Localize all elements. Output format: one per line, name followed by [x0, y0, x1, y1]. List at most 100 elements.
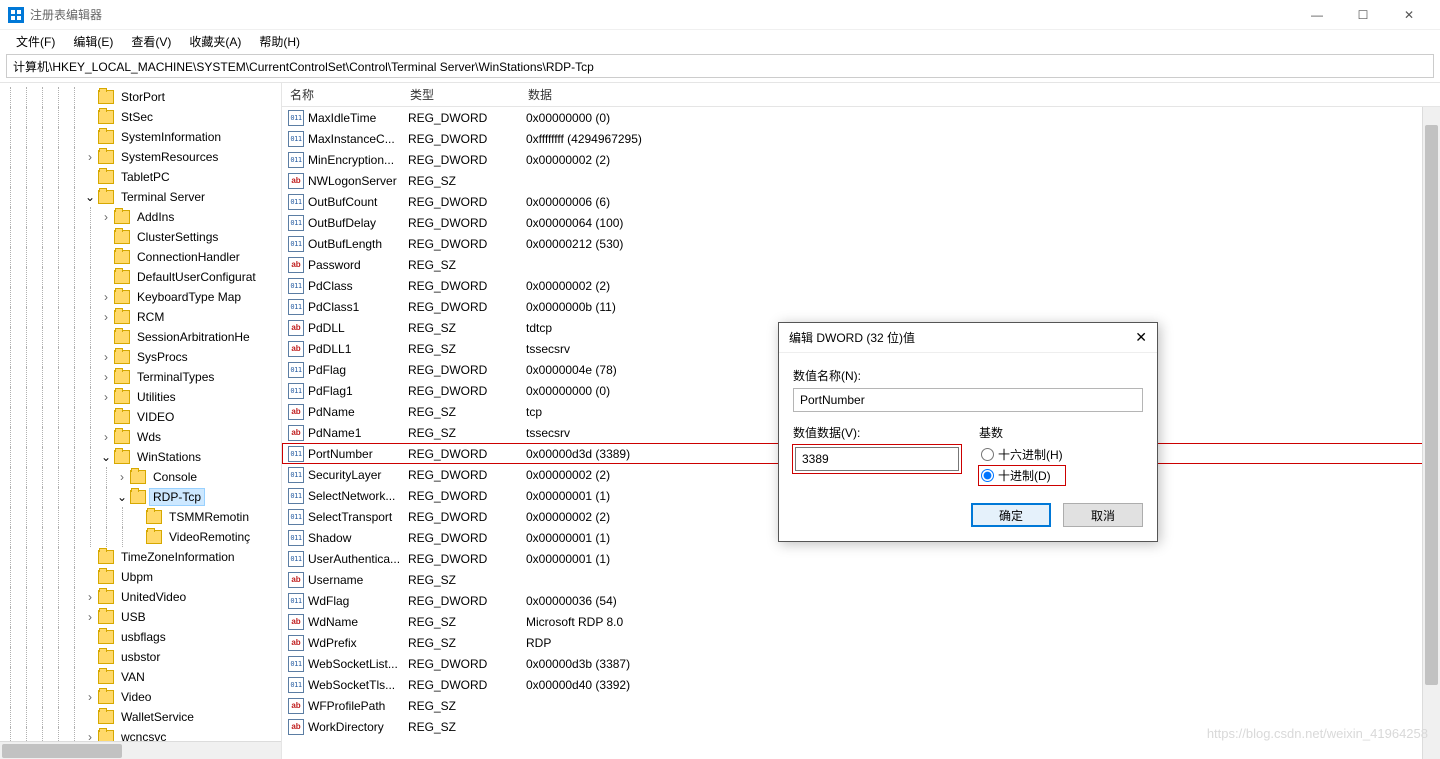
chevron-right-icon[interactable]: ›	[100, 430, 112, 444]
chevron-right-icon[interactable]: ›	[84, 610, 96, 624]
chevron-right-icon[interactable]: ›	[116, 470, 128, 484]
column-data[interactable]: 数据	[520, 83, 1440, 107]
chevron-right-icon[interactable]: ›	[100, 350, 112, 364]
value-row[interactable]: OutBufLengthREG_DWORD0x00000212 (530)	[282, 233, 1440, 254]
tree-item-systemresources[interactable]: ›SystemResources	[0, 147, 281, 167]
tree-item-rdp-tcp[interactable]: ⌄RDP-Tcp	[0, 487, 281, 507]
tree-item-clustersettings[interactable]: ClusterSettings	[0, 227, 281, 247]
tree-item-wds[interactable]: ›Wds	[0, 427, 281, 447]
tree-item-keyboardtype-map[interactable]: ›KeyboardType Map	[0, 287, 281, 307]
chevron-right-icon[interactable]: ›	[100, 390, 112, 404]
tree-item-terminaltypes[interactable]: ›TerminalTypes	[0, 367, 281, 387]
folder-icon	[98, 570, 114, 584]
chevron-down-icon[interactable]: ⌄	[116, 490, 128, 504]
menu-favorites[interactable]: 收藏夹(A)	[181, 31, 249, 52]
dialog-titlebar[interactable]: 编辑 DWORD (32 位)值 ✕	[779, 323, 1157, 353]
tree-item-label: SystemInformation	[118, 129, 224, 145]
tree-item-walletservice[interactable]: WalletService	[0, 707, 281, 727]
value-row[interactable]: WorkDirectoryREG_SZ	[282, 716, 1440, 737]
value-row[interactable]: UsernameREG_SZ	[282, 569, 1440, 590]
address-bar[interactable]: 计算机\HKEY_LOCAL_MACHINE\SYSTEM\CurrentCon…	[6, 54, 1434, 78]
tree-item-storport[interactable]: StorPort	[0, 87, 281, 107]
tree-item-utilities[interactable]: ›Utilities	[0, 387, 281, 407]
value-type: REG_DWORD	[408, 300, 526, 314]
minimize-button[interactable]: —	[1294, 0, 1340, 30]
tree-item-ubpm[interactable]: Ubpm	[0, 567, 281, 587]
value-row[interactable]: MaxIdleTimeREG_DWORD0x00000000 (0)	[282, 107, 1440, 128]
radio-dec[interactable]	[981, 469, 994, 482]
tree-item-rcm[interactable]: ›RCM	[0, 307, 281, 327]
tree-item-usbstor[interactable]: usbstor	[0, 647, 281, 667]
maximize-button[interactable]: ☐	[1340, 0, 1386, 30]
value-row[interactable]: PdClass1REG_DWORD0x0000000b (11)	[282, 296, 1440, 317]
tree-horizontal-scrollbar[interactable]	[0, 741, 281, 759]
value-type: REG_SZ	[408, 405, 526, 419]
tree-item-tsmmremotin[interactable]: TSMMRemotin	[0, 507, 281, 527]
value-row[interactable]: WdPrefixREG_SZRDP	[282, 632, 1440, 653]
chevron-right-icon[interactable]: ›	[100, 290, 112, 304]
chevron-right-icon[interactable]: ›	[100, 210, 112, 224]
tree-item-console[interactable]: ›Console	[0, 467, 281, 487]
value-row[interactable]: WFProfilePathREG_SZ	[282, 695, 1440, 716]
value-row[interactable]: OutBufDelayREG_DWORD0x00000064 (100)	[282, 212, 1440, 233]
tree-item-usb[interactable]: ›USB	[0, 607, 281, 627]
tree-item-addins[interactable]: ›AddIns	[0, 207, 281, 227]
radio-hex[interactable]	[981, 448, 994, 461]
folder-icon	[98, 590, 114, 604]
menu-help[interactable]: 帮助(H)	[251, 31, 308, 52]
close-button[interactable]: ✕	[1386, 0, 1432, 30]
menu-edit[interactable]: 编辑(E)	[65, 31, 121, 52]
tree-item-video[interactable]: VIDEO	[0, 407, 281, 427]
folder-icon	[98, 670, 114, 684]
tree-item-stsec[interactable]: StSec	[0, 107, 281, 127]
tree-item-defaultuserconfigurat[interactable]: DefaultUserConfigurat	[0, 267, 281, 287]
tree-item-connectionhandler[interactable]: ConnectionHandler	[0, 247, 281, 267]
dialog-close-icon[interactable]: ✕	[1135, 329, 1147, 346]
list-vertical-scrollbar[interactable]	[1422, 107, 1440, 759]
tree-item-tabletpc[interactable]: TabletPC	[0, 167, 281, 187]
tree-item-winstations[interactable]: ⌄WinStations	[0, 447, 281, 467]
folder-icon	[98, 190, 114, 204]
cancel-button[interactable]: 取消	[1063, 503, 1143, 527]
chevron-down-icon[interactable]: ⌄	[84, 190, 96, 204]
tree-item-videoremotin-[interactable]: VideoRemotinç	[0, 527, 281, 547]
chevron-right-icon[interactable]: ›	[100, 310, 112, 324]
tree-item-usbflags[interactable]: usbflags	[0, 627, 281, 647]
column-name[interactable]: 名称	[282, 83, 402, 107]
scrollbar-thumb[interactable]	[2, 744, 122, 758]
menu-view[interactable]: 查看(V)	[123, 31, 179, 52]
value-row[interactable]: PasswordREG_SZ	[282, 254, 1440, 275]
value-row[interactable]: WdFlagREG_DWORD0x00000036 (54)	[282, 590, 1440, 611]
scrollbar-thumb[interactable]	[1425, 125, 1438, 685]
tree-item-systeminformation[interactable]: SystemInformation	[0, 127, 281, 147]
value-type: REG_DWORD	[408, 447, 526, 461]
chevron-right-icon[interactable]: ›	[100, 370, 112, 384]
value-row[interactable]: WebSocketTls...REG_DWORD0x00000d40 (3392…	[282, 674, 1440, 695]
value-row[interactable]: PdClassREG_DWORD0x00000002 (2)	[282, 275, 1440, 296]
tree-item-video[interactable]: ›Video	[0, 687, 281, 707]
menu-file[interactable]: 文件(F)	[8, 31, 63, 52]
chevron-right-icon[interactable]: ›	[84, 150, 96, 164]
tree-item-unitedvideo[interactable]: ›UnitedVideo	[0, 587, 281, 607]
tree-item-van[interactable]: VAN	[0, 667, 281, 687]
value-data-input[interactable]	[795, 447, 959, 471]
chevron-right-icon[interactable]: ›	[84, 690, 96, 704]
column-type[interactable]: 类型	[402, 83, 520, 107]
tree-item-sessionarbitrationhe[interactable]: SessionArbitrationHe	[0, 327, 281, 347]
chevron-right-icon[interactable]: ›	[84, 590, 96, 604]
value-row[interactable]: WebSocketList...REG_DWORD0x00000d3b (338…	[282, 653, 1440, 674]
value-row[interactable]: OutBufCountREG_DWORD0x00000006 (6)	[282, 191, 1440, 212]
chevron-down-icon[interactable]: ⌄	[100, 450, 112, 464]
value-row[interactable]: UserAuthentica...REG_DWORD0x00000001 (1)	[282, 548, 1440, 569]
value-row[interactable]: NWLogonServerREG_SZ	[282, 170, 1440, 191]
tree-item-wcncsvc[interactable]: ›wcncsvc	[0, 727, 281, 741]
chevron-right-icon[interactable]: ›	[84, 730, 96, 741]
tree-item-terminal-server[interactable]: ⌄Terminal Server	[0, 187, 281, 207]
tree-item-timezoneinformation[interactable]: TimeZoneInformation	[0, 547, 281, 567]
value-row[interactable]: WdNameREG_SZMicrosoft RDP 8.0	[282, 611, 1440, 632]
tree-item-sysprocs[interactable]: ›SysProcs	[0, 347, 281, 367]
titlebar: 注册表编辑器 — ☐ ✕	[0, 0, 1440, 30]
value-row[interactable]: MinEncryption...REG_DWORD0x00000002 (2)	[282, 149, 1440, 170]
value-row[interactable]: MaxInstanceC...REG_DWORD0xffffffff (4294…	[282, 128, 1440, 149]
ok-button[interactable]: 确定	[971, 503, 1051, 527]
